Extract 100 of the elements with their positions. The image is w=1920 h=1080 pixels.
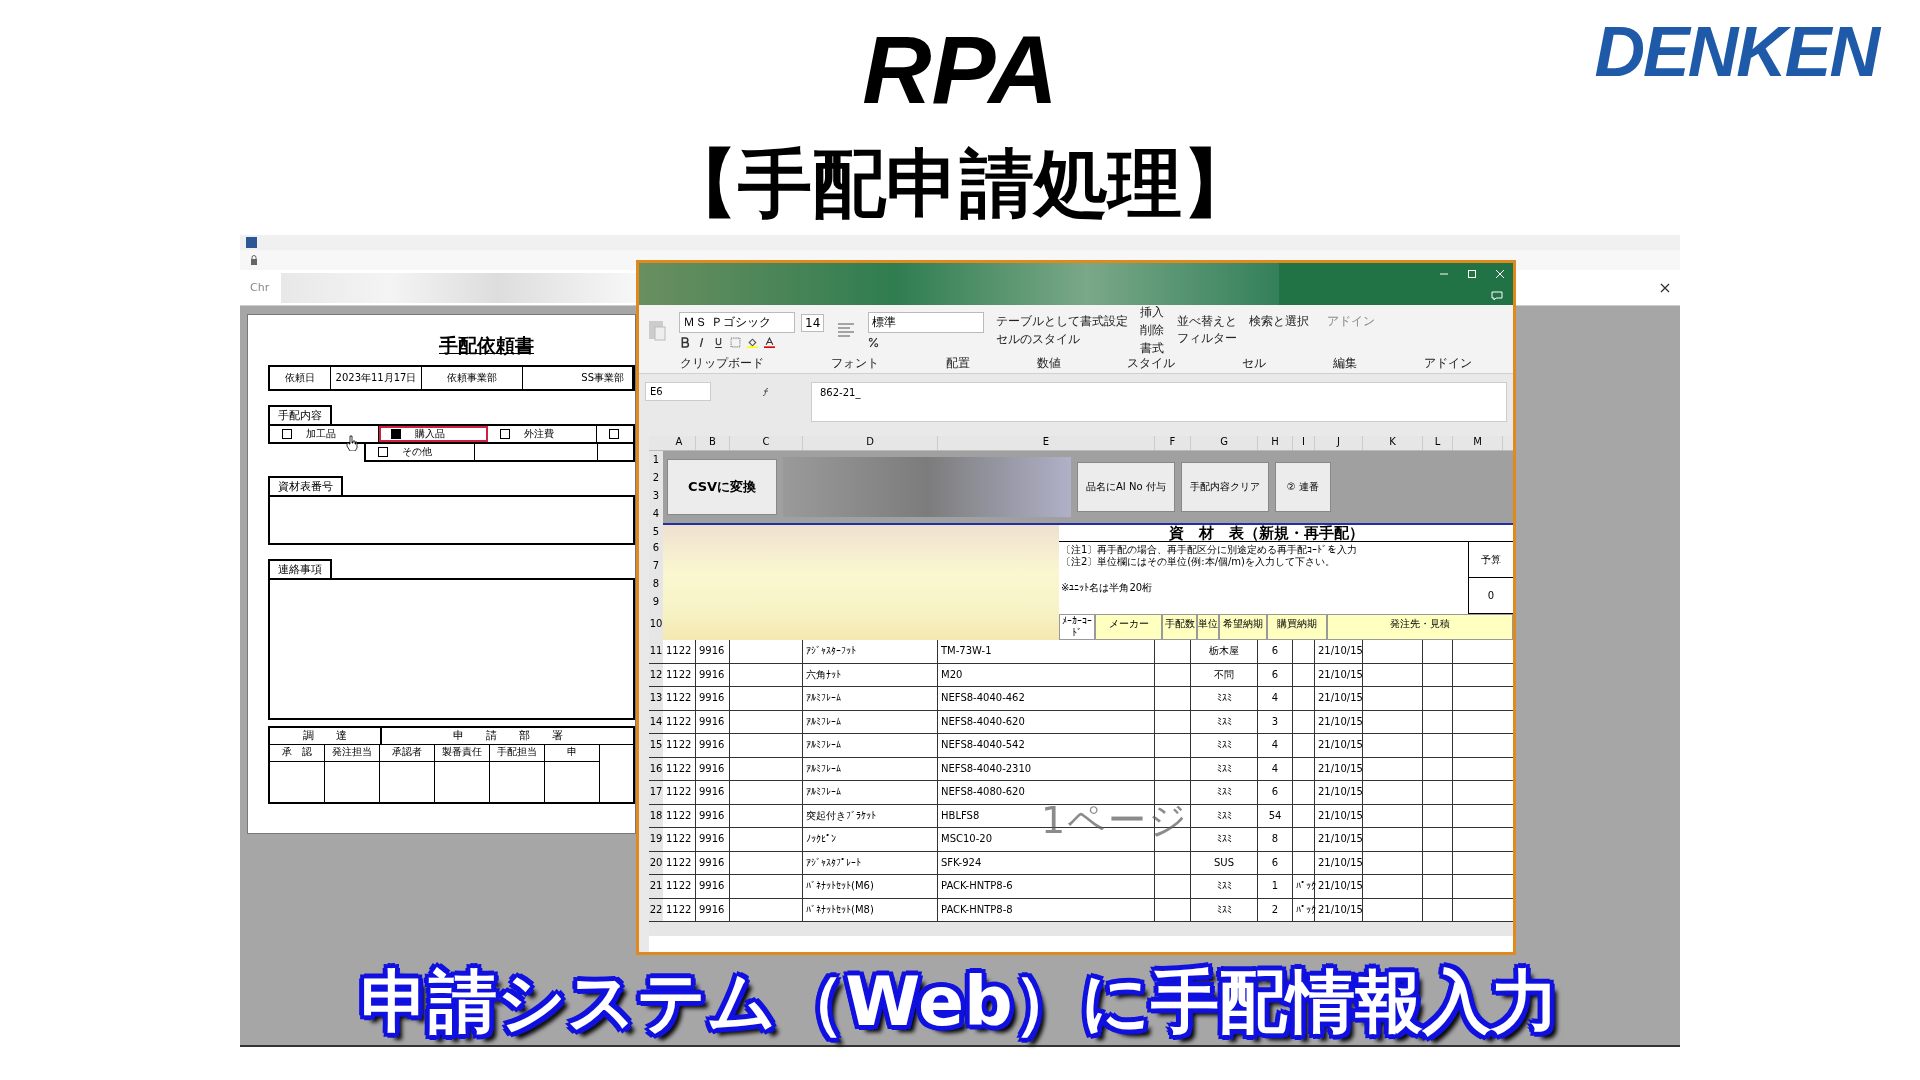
option-cell[interactable]: 購入品: [379, 426, 488, 442]
checkbox[interactable]: [378, 447, 388, 457]
table-cell: ﾊﾟｯｸ: [1296, 903, 1316, 915]
row-header[interactable]: 19: [649, 828, 663, 851]
bold-icon[interactable]: [679, 337, 690, 348]
column-header[interactable]: I: [1293, 436, 1315, 450]
table-header: 手配担当: [490, 745, 545, 762]
row-header[interactable]: 12: [649, 663, 663, 686]
form-label: 依頼日: [270, 367, 331, 389]
table-cell: 21/10/15: [1315, 804, 1363, 827]
formula-field[interactable]: 862-21_: [811, 382, 1507, 422]
column-header[interactable]: K: [1363, 436, 1423, 450]
row-header[interactable]: 22: [649, 898, 663, 921]
table-cell: ﾐｽﾐ: [1191, 687, 1258, 710]
row-header[interactable]: 18: [649, 804, 663, 827]
row-header[interactable]: 6: [649, 539, 663, 557]
row-header[interactable]: 7: [649, 557, 663, 575]
column-header[interactable]: B: [696, 436, 730, 450]
ribbon-item[interactable]: 検索と選択: [1248, 313, 1311, 347]
row-header[interactable]: 3: [649, 487, 663, 505]
material-number-field[interactable]: [268, 495, 635, 545]
table-cell: ｱﾙﾐﾌﾚｰﾑ: [803, 734, 938, 757]
maximize-icon[interactable]: [1467, 269, 1477, 279]
row-header[interactable]: 10: [649, 615, 663, 631]
column-header[interactable]: H: [1258, 436, 1293, 450]
number-format-dropdown[interactable]: 標準: [868, 312, 985, 333]
table-cell: 1: [1258, 875, 1293, 898]
macro-button[interactable]: 手配内容クリア: [1180, 462, 1269, 512]
row-header[interactable]: 20: [649, 851, 663, 874]
checkbox[interactable]: [500, 429, 510, 439]
checkbox[interactable]: [609, 429, 619, 439]
row-header[interactable]: 1: [649, 451, 663, 469]
row-header[interactable]: 5: [649, 523, 663, 539]
table-cell: 21/10/15: [1315, 640, 1363, 663]
row-header[interactable]: 16: [649, 757, 663, 780]
column-header[interactable]: J: [1315, 436, 1363, 450]
macro-button[interactable]: ② 連番: [1274, 462, 1331, 512]
row-header[interactable]: 15: [649, 734, 663, 757]
column-header[interactable]: F: [1155, 436, 1191, 450]
ribbon-item[interactable]: 並べ替えとフィルター: [1176, 313, 1239, 347]
section-label: 資材表番号: [268, 476, 343, 495]
ribbon-item[interactable]: 挿入: [1140, 303, 1165, 321]
row-header[interactable]: 17: [649, 781, 663, 804]
checkbox[interactable]: [391, 429, 401, 439]
row-header[interactable]: 13: [649, 687, 663, 710]
browser-tab[interactable]: Chr: [250, 281, 270, 294]
table-cell: 9916: [696, 687, 730, 710]
comment-icon[interactable]: [1491, 291, 1503, 301]
column-header[interactable]: E: [938, 436, 1155, 450]
ribbon-group-label: 数値: [1036, 355, 1061, 372]
close-icon[interactable]: [1660, 282, 1670, 293]
notes-field[interactable]: [268, 578, 635, 720]
column-header[interactable]: A: [663, 436, 696, 450]
table-cell: 1122: [663, 851, 696, 874]
column-header[interactable]: D: [803, 436, 938, 450]
column-title: 単位: [1197, 614, 1219, 640]
table-cell: PACK-HNTP8-8: [938, 898, 1155, 921]
column-header[interactable]: M: [1453, 436, 1503, 450]
font-size-dropdown[interactable]: 14: [801, 313, 825, 332]
row-header[interactable]: 11: [649, 640, 663, 663]
ribbon-item[interactable]: セルのスタイル: [996, 330, 1129, 348]
ribbon-item[interactable]: 書式: [1140, 339, 1165, 357]
table-cell: 21/10/15: [1315, 734, 1363, 757]
csv-button[interactable]: CSVに変換: [667, 459, 777, 515]
table-cell: 21/10/15: [1315, 898, 1363, 921]
column-header[interactable]: G: [1191, 436, 1258, 450]
column-header[interactable]: L: [1423, 436, 1453, 450]
table-cell: 6: [1258, 851, 1293, 874]
table-cell: ｱﾙﾐﾌﾚｰﾑ: [803, 710, 938, 733]
ribbon-item[interactable]: テーブルとして書式設定: [996, 312, 1129, 330]
macro-button[interactable]: 品名にAI No 付与: [1077, 462, 1175, 512]
row-header[interactable]: 9: [649, 593, 663, 615]
table-cell: 9916: [696, 851, 730, 874]
table-cell: 4: [1258, 687, 1293, 710]
table-cell: NEFS8-4040-620: [938, 710, 1155, 733]
row-header[interactable]: 8: [649, 575, 663, 593]
name-box[interactable]: E6: [645, 382, 711, 401]
ribbon-group-label: フォント: [831, 355, 880, 372]
table-cell: 1122: [663, 898, 696, 921]
ribbon-item[interactable]: 削除: [1140, 321, 1165, 339]
option-cell[interactable]: 外注費: [488, 426, 597, 442]
font-name-dropdown[interactable]: ＭＳ Ｐゴシック: [679, 312, 795, 333]
column-header[interactable]: C: [730, 436, 803, 450]
table-cell: 54: [1258, 804, 1293, 827]
column-title: 希望納期: [1219, 614, 1267, 640]
row-header[interactable]: 4: [649, 505, 663, 523]
row-header[interactable]: 2: [649, 469, 663, 487]
font-color-icon[interactable]: [764, 337, 775, 348]
checkbox[interactable]: [282, 429, 292, 439]
underline-icon[interactable]: [713, 337, 724, 348]
table-cell: 9916: [696, 804, 730, 827]
fill-color-icon[interactable]: [747, 337, 758, 348]
row-header[interactable]: 21: [649, 875, 663, 898]
percent-icon[interactable]: [868, 337, 880, 348]
table-cell: ﾐｽﾐ: [1191, 734, 1258, 757]
table-cell: M20: [938, 663, 1155, 686]
table-cell: 6: [1258, 663, 1293, 686]
row-header[interactable]: 14: [649, 710, 663, 733]
column-title: ﾒｰｶｰｺｰﾄﾞ: [1059, 614, 1095, 640]
function-icon[interactable]: [761, 387, 771, 397]
